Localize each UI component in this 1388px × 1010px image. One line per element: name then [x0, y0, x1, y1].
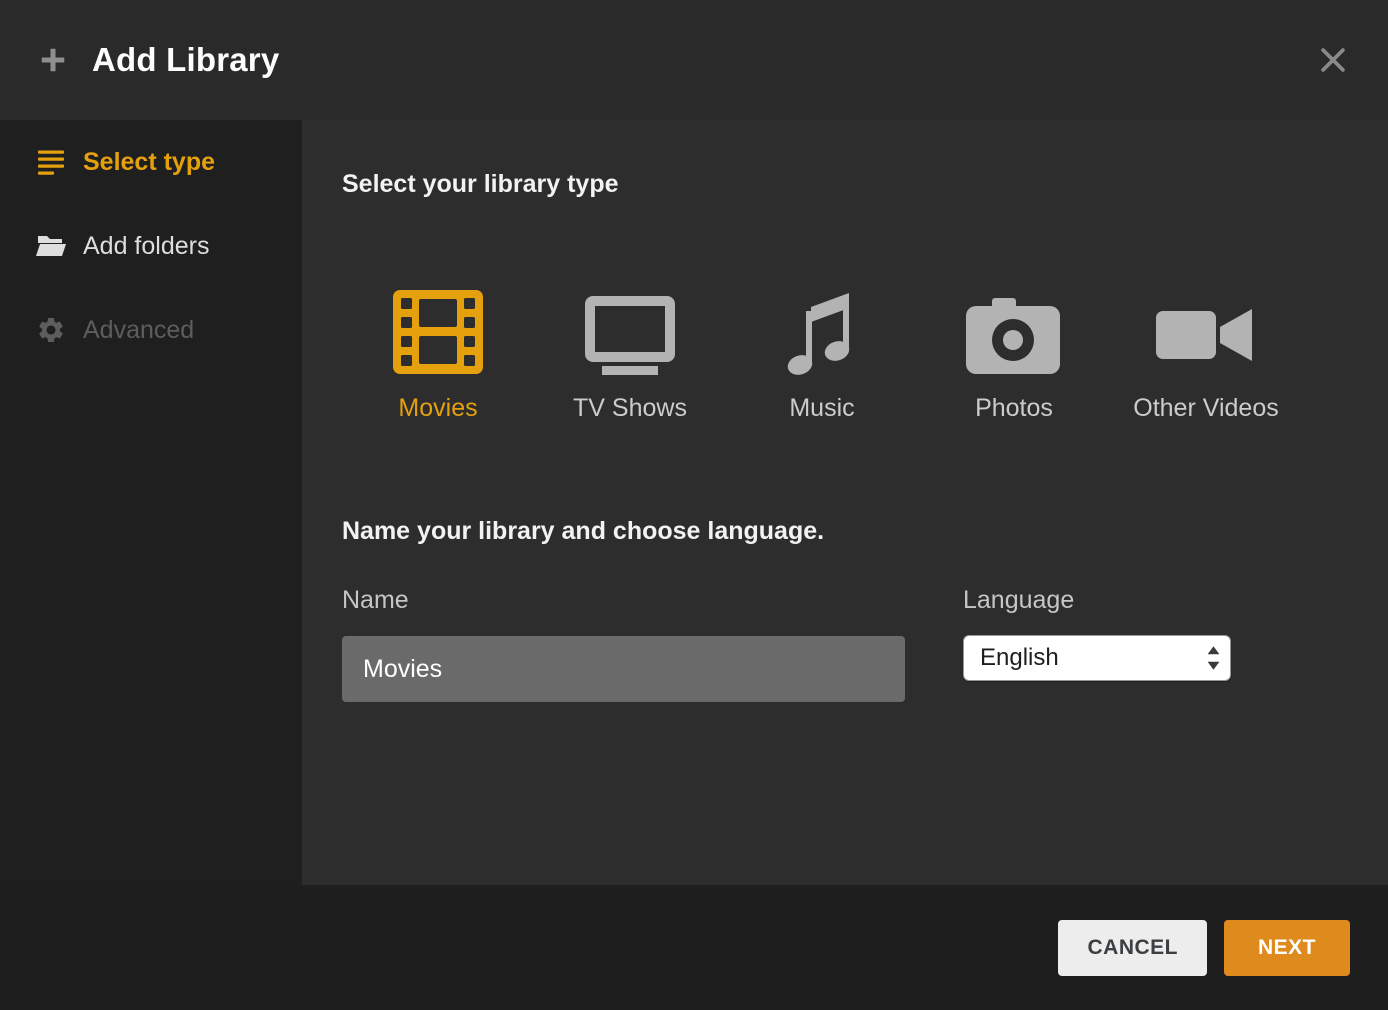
close-button[interactable] — [1316, 43, 1350, 77]
library-type-photos[interactable]: Photos — [938, 285, 1090, 423]
close-icon — [1316, 43, 1350, 77]
sidebar-item-add-folders[interactable]: Add folders — [0, 204, 302, 288]
library-type-label: Photos — [975, 394, 1053, 423]
name-language-heading: Name your library and choose language. — [342, 517, 1348, 546]
sidebar-item-advanced[interactable]: Advanced — [0, 288, 302, 372]
dialog-footer: CANCEL NEXT — [0, 885, 1388, 1010]
library-type-label: Movies — [398, 394, 477, 423]
tv-icon — [580, 285, 680, 377]
name-language-form: Name Language English — [342, 586, 1348, 702]
name-label: Name — [342, 586, 905, 615]
plus-icon — [38, 45, 68, 75]
language-select[interactable]: English — [963, 635, 1231, 681]
sidebar-item-label: Select type — [83, 148, 215, 177]
cancel-button[interactable]: CANCEL — [1058, 920, 1207, 976]
library-type-movies[interactable]: Movies — [362, 285, 514, 423]
sidebar-item-label: Advanced — [83, 316, 194, 345]
select-arrows-icon — [1206, 644, 1221, 672]
dialog-header: Add Library — [0, 0, 1388, 120]
library-type-music[interactable]: Music — [746, 285, 898, 423]
add-library-dialog: Add Library Select type — [0, 0, 1388, 1010]
sidebar-item-label: Add folders — [83, 232, 209, 261]
dialog-body: Select type Add folders Advanced — [0, 120, 1388, 885]
film-strip-icon — [392, 285, 484, 377]
gear-icon — [36, 315, 66, 345]
library-type-label: Music — [789, 394, 854, 423]
library-type-other-videos[interactable]: Other Videos — [1130, 285, 1282, 423]
sidebar-item-select-type[interactable]: Select type — [0, 120, 302, 204]
library-name-input[interactable] — [342, 636, 905, 702]
name-field-group: Name — [342, 586, 905, 702]
folder-icon — [36, 231, 66, 261]
language-label: Language — [963, 586, 1231, 615]
language-field-group: Language English — [963, 586, 1231, 702]
library-type-label: Other Videos — [1133, 394, 1278, 423]
music-note-icon — [785, 285, 859, 377]
camera-icon — [966, 285, 1062, 377]
sidebar: Select type Add folders Advanced — [0, 120, 302, 885]
dialog-title: Add Library — [92, 41, 279, 79]
video-camera-icon — [1156, 285, 1256, 377]
main-content: Select your library type — [302, 120, 1388, 885]
library-type-heading: Select your library type — [342, 170, 1348, 199]
library-type-label: TV Shows — [573, 394, 687, 423]
language-select-value: English — [980, 644, 1059, 672]
list-icon — [36, 147, 66, 177]
next-button[interactable]: NEXT — [1224, 920, 1350, 976]
library-type-tv-shows[interactable]: TV Shows — [554, 285, 706, 423]
library-type-list: Movies TV Shows — [362, 285, 1348, 423]
